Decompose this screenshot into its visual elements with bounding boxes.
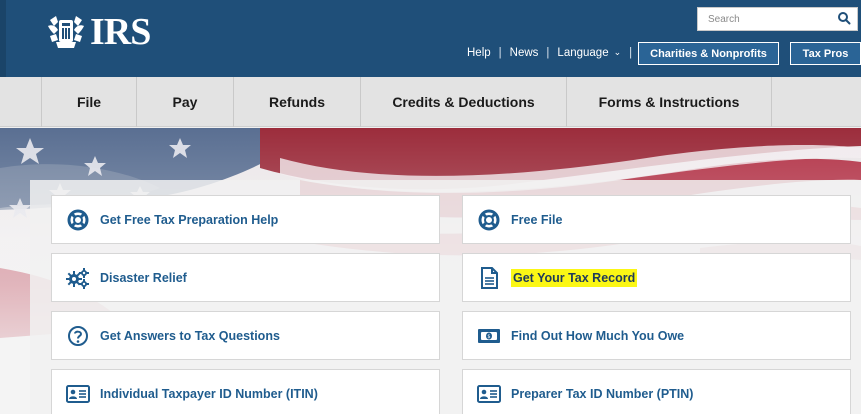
header-edge [0, 0, 6, 77]
search-icon [838, 11, 851, 24]
search-button[interactable] [833, 9, 855, 29]
card-itin[interactable]: Individual Taxpayer ID Number (ITIN) [51, 369, 440, 414]
card-get-answers[interactable]: Get Answers to Tax Questions [51, 311, 440, 360]
language-label: Language [557, 47, 609, 59]
card-free-file[interactable]: Free File [462, 195, 851, 244]
card-label: Free File [511, 212, 563, 227]
gears-icon [66, 266, 90, 290]
life-ring-icon [477, 208, 501, 232]
eagle-logo-icon [48, 16, 84, 48]
tax-pros-button[interactable]: Tax Pros [790, 42, 861, 65]
separator: | [498, 47, 502, 59]
chevron-down-icon: ⌄ [613, 47, 622, 57]
card-get-tax-record[interactable]: Get Your Tax Record [462, 253, 851, 302]
card-label: Disaster Relief [100, 270, 187, 285]
life-ring-icon [66, 208, 90, 232]
logo-text: IRS [90, 11, 151, 53]
nav-item-credits-deductions[interactable]: Credits & Deductions [361, 77, 567, 127]
search-input[interactable] [698, 8, 828, 30]
search-box [697, 7, 858, 31]
nav-item-refunds[interactable]: Refunds [234, 77, 361, 127]
money-bill-icon: $ [477, 324, 501, 348]
utility-nav: Help | News | Language ⌄ | [467, 41, 640, 65]
question-circle-icon [66, 324, 90, 348]
nav-item-forms-instructions[interactable]: Forms & Instructions [567, 77, 772, 127]
separator: | [629, 47, 633, 59]
card-ptin[interactable]: Preparer Tax ID Number (PTIN) [462, 369, 851, 414]
nav-item-pay[interactable]: Pay [137, 77, 234, 127]
card-label: Get Free Tax Preparation Help [100, 212, 279, 227]
card-label-highlighted: Get Your Tax Record [511, 268, 638, 287]
charities-nonprofits-button[interactable]: Charities & Nonprofits [638, 42, 779, 65]
card-label: Find Out How Much You Owe [511, 328, 685, 343]
card-label: Preparer Tax ID Number (PTIN) [511, 386, 694, 401]
svg-text:$: $ [487, 334, 490, 340]
id-card-icon [66, 382, 90, 406]
card-disaster-relief[interactable]: Disaster Relief [51, 253, 440, 302]
card-label: Get Answers to Tax Questions [100, 328, 280, 343]
document-icon [477, 266, 501, 290]
card-free-tax-prep-help[interactable]: Get Free Tax Preparation Help [51, 195, 440, 244]
news-link[interactable]: News [510, 47, 539, 59]
card-find-out-how-much-you-owe[interactable]: $ Find Out How Much You Owe [462, 311, 851, 360]
separator: | [546, 47, 550, 59]
nav-item-file[interactable]: File [41, 77, 137, 127]
main-nav: File Pay Refunds Credits & Deductions Fo… [0, 77, 861, 127]
irs-logo[interactable]: IRS [44, 11, 151, 53]
language-menu[interactable]: Language ⌄ [557, 47, 621, 59]
help-link[interactable]: Help [467, 47, 491, 59]
site-header: IRS Help | News | Language ⌄ | Charities … [0, 0, 861, 77]
card-label: Individual Taxpayer ID Number (ITIN) [100, 386, 318, 401]
id-card-icon [477, 382, 501, 406]
